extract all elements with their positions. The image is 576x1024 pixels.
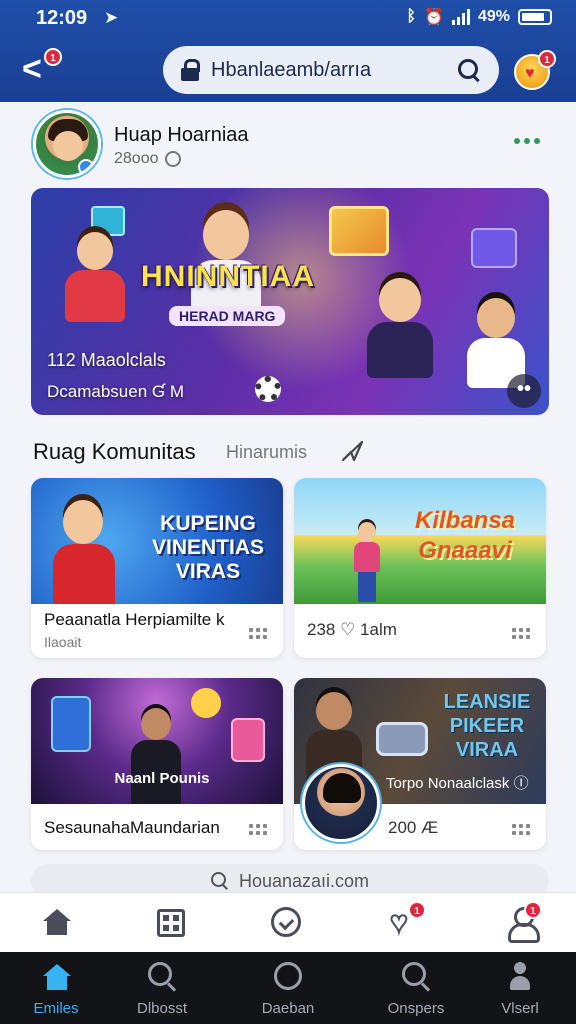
community-card[interactable]: Kilbansa Gnaaavi 238 ♡ 1alm — [294, 478, 546, 658]
tabs-button[interactable] — [154, 907, 188, 939]
tab-label: Emiles — [33, 1000, 79, 1017]
browser-nav-bar: ♥ 1 1 — [0, 892, 576, 952]
url-text: Hbanlaeamb/arrıa — [211, 58, 372, 81]
home-icon — [43, 964, 71, 990]
hero-title: HNINNTIAA — [141, 260, 315, 293]
settings-icon[interactable] — [255, 376, 281, 402]
card-image: Naanl Pounis — [31, 678, 283, 804]
tab-label: Daeban — [261, 1000, 315, 1017]
card-label: SesaunahaMaundarian — [44, 818, 220, 837]
back-notification-badge: 1 — [44, 48, 62, 66]
card-stats: 200 Æ — [388, 818, 439, 837]
card-image-title: Kilbansa Gnaaavi — [414, 507, 516, 564]
tab-create[interactable]: Daeban — [238, 960, 338, 1020]
search-icon — [402, 962, 432, 992]
gift-icon — [329, 206, 389, 256]
lock-icon — [181, 59, 201, 81]
tab-home[interactable]: Emiles — [6, 960, 106, 1020]
status-indicators: ᛒ ⏰ 49% — [406, 7, 552, 27]
card-label: Peaanatla Herpiamilte k — [44, 610, 225, 629]
card-stats: 238 ♡ 1alm — [307, 620, 397, 639]
card-image-title: Naanl Pounis — [114, 770, 210, 787]
post-time: 28ооо — [114, 150, 159, 167]
back-button[interactable]: < 1 — [22, 48, 62, 88]
alarm-icon: ⏰ — [424, 9, 444, 26]
post-more-button[interactable] — [514, 138, 540, 144]
account-badge: 1 — [524, 901, 542, 919]
verified-icon — [78, 159, 94, 175]
address-bar[interactable]: Hbanlaeamb/arrıa — [163, 46, 499, 94]
chevron-left-icon: < — [22, 50, 42, 88]
hero-more-button[interactable]: •• — [507, 374, 541, 408]
header-bar: 12:09 ➤ ᛒ ⏰ 49% < 1 Hbanlaeamb/arrıa ♥ 1 — [0, 0, 576, 102]
signal-icon — [451, 9, 470, 25]
location-arrow-icon: ➤ — [104, 8, 119, 27]
favorites-badge: 1 — [408, 901, 426, 919]
character-illustration — [361, 278, 441, 388]
post-meta: 28ооо — [114, 150, 181, 168]
card-overlay-text: Torpo Nonaalclask Ⓘ — [386, 775, 529, 792]
author-name[interactable]: Huap Hoarniaa — [114, 124, 249, 147]
bottom-search-text: Houanazaıi.com — [238, 870, 370, 891]
profile-notification-badge: 1 — [538, 50, 556, 68]
tab-messages[interactable]: Onspers — [366, 960, 466, 1020]
search-icon — [148, 962, 178, 992]
cube-icon — [471, 228, 517, 268]
author-avatar[interactable] — [33, 110, 101, 178]
bottom-tab-bar: Emiles Dlbosst Daeban Onspers Vlserl — [0, 952, 576, 1024]
hero-subtitle: HERAD MARG — [169, 306, 286, 326]
card-image: Kilbansa Gnaaavi — [294, 478, 546, 604]
character-illustration — [59, 232, 129, 322]
status-time: 12:09 — [36, 7, 88, 29]
card-more-button[interactable] — [512, 628, 532, 640]
community-card[interactable]: Naanl Pounis SesaunahaMaundarian — [31, 678, 283, 850]
tab-label: Onspers — [387, 1000, 445, 1017]
tab-label: Vlserl — [501, 1000, 539, 1017]
battery-percent: 49% — [477, 8, 510, 25]
hero-count: 112 Maaolclals — [47, 350, 166, 370]
favorites-button[interactable]: ♥ 1 — [388, 901, 426, 939]
card-sublabel: Ilaoait — [44, 634, 82, 650]
hero-banner[interactable]: HNINNTIAA HERAD MARG 112 Maaolclals Dcam… — [31, 188, 549, 415]
home-button[interactable] — [40, 907, 74, 939]
card-image-title: LEANSIE PIKEER VIRAA — [443, 691, 531, 761]
card-more-button[interactable] — [249, 824, 269, 836]
section-title: Ruag Komunitas — [33, 439, 196, 464]
section-subtitle[interactable]: Hinarumis — [226, 442, 307, 463]
card-more-button[interactable] — [249, 628, 269, 640]
card-image-title: KUPEING VINENTIAS VIRAS — [151, 512, 264, 583]
circle-icon — [274, 962, 302, 990]
history-button[interactable] — [270, 907, 304, 939]
community-card[interactable]: KUPEING VINENTIAS VIRAS Peaanatla Herpia… — [31, 478, 283, 658]
battery-icon — [518, 9, 552, 25]
tab-profile[interactable]: Vlserl — [470, 960, 570, 1020]
clock-icon — [271, 907, 301, 937]
search-icon — [210, 872, 229, 890]
profile-button[interactable]: ♥ 1 — [514, 50, 556, 90]
globe-icon — [164, 151, 181, 167]
bluetooth-icon: ᛒ — [406, 8, 417, 25]
hero-caption: Dcamabsuen Ɠ M — [47, 382, 184, 401]
tab-discover[interactable]: Dlbosst — [112, 960, 212, 1020]
tab-label: Dlbosst — [136, 1000, 188, 1017]
home-icon — [43, 909, 71, 935]
grid-icon — [157, 909, 185, 937]
search-icon[interactable] — [457, 58, 481, 82]
account-button[interactable]: 1 — [504, 901, 542, 943]
card-image: KUPEING VINENTIAS VIRAS — [31, 478, 283, 604]
share-icon[interactable] — [340, 438, 366, 464]
heart-icon: ♥ — [525, 65, 535, 82]
card-more-button[interactable] — [512, 824, 532, 836]
status-bar: 12:09 ➤ ᛒ ⏰ 49% — [0, 0, 576, 36]
person-icon — [510, 962, 530, 992]
heart-icon: ♥ — [389, 906, 409, 939]
creator-avatar[interactable] — [302, 764, 380, 842]
